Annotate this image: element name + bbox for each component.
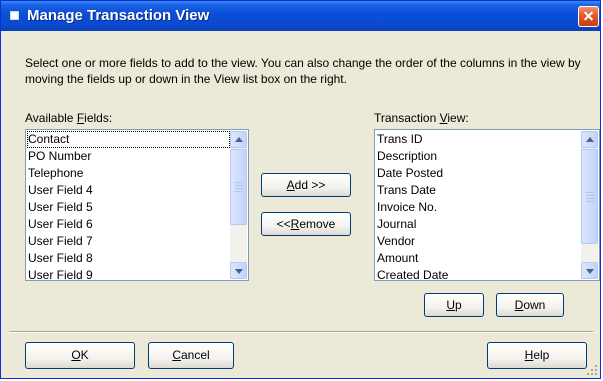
button-mnemonic: C [172,348,181,362]
add-button[interactable]: Add >> [261,173,351,197]
grip-line [586,201,594,202]
transaction-view-listbox[interactable]: Trans ID Description Date Posted Trans D… [374,129,600,284]
grip-line [235,191,243,192]
available-fields-listbox[interactable]: Contact PO Number Telephone User Field 4… [25,129,249,284]
title-bar[interactable]: Manage Transaction View [1,1,600,31]
label-text: ields: [84,111,113,125]
cancel-button[interactable]: Cancel [148,342,234,369]
ok-button[interactable]: OK [25,342,135,369]
grip-line [235,188,243,189]
available-fields-label: Available Fields: [25,111,112,125]
list-item[interactable]: User Field 5 [27,199,230,216]
list-item[interactable]: User Field 8 [27,250,230,267]
list-item[interactable]: Telephone [27,165,230,182]
scroll-thumb[interactable] [581,149,598,244]
scroll-up-button[interactable] [581,131,598,148]
list-item[interactable]: Date Posted [376,165,581,182]
grip-line [586,198,594,199]
scroll-up-arrow-icon [235,137,243,142]
scroll-down-arrow-icon [586,269,594,274]
button-mnemonic: U [446,298,455,312]
grip-line [235,185,243,186]
list-item[interactable]: Description [376,148,581,165]
button-mnemonic: A [286,178,295,192]
list-item[interactable]: Journal [376,216,581,233]
close-icon[interactable] [578,6,599,27]
scroll-thumb[interactable] [230,149,247,225]
grip-line [586,195,594,196]
button-label: elp [533,348,550,362]
button-label: K [80,348,89,362]
list-item[interactable]: Contact [27,131,230,148]
instructions-text: Select one or more fields to add to the … [25,56,581,86]
available-fields-scrollbar[interactable] [230,131,247,279]
transaction-view-items: Trans ID Description Date Posted Trans D… [376,131,581,284]
down-button[interactable]: Down [496,293,564,317]
grip-line [586,192,594,193]
scroll-up-button[interactable] [230,131,247,148]
button-label: emove [299,217,336,231]
scroll-down-button[interactable] [581,262,598,279]
list-item[interactable]: Vendor [376,233,581,250]
manage-transaction-view-dialog: Manage Transaction View Select one or mo… [0,0,601,379]
button-label: ancel [180,348,210,362]
list-item[interactable]: User Field 6 [27,216,230,233]
button-mnemonic: D [514,298,524,312]
button-label: own [523,298,546,312]
button-label: p [454,298,462,312]
transaction-view-scrollbar[interactable] [581,131,598,279]
transaction-view-label: Transaction View: [374,111,469,125]
button-label: << [276,217,291,231]
help-button[interactable]: Help [487,342,587,369]
list-item[interactable]: Trans ID [376,131,581,148]
list-item[interactable]: Trans Date [376,182,581,199]
up-button[interactable]: Up [424,293,484,317]
grip-line [235,182,243,183]
button-mnemonic: R [290,217,300,231]
scroll-up-arrow-icon [586,137,594,142]
separator [9,331,593,333]
available-fields-items: Contact PO Number Telephone User Field 4… [27,131,230,284]
list-item[interactable]: Amount [376,250,581,267]
button-mnemonic: O [71,348,81,362]
list-item[interactable]: Created Date [376,267,581,284]
scroll-down-arrow-icon [235,269,243,274]
label-text: Transaction [374,111,440,125]
resize-grip-icon[interactable] [586,364,598,376]
list-item[interactable]: User Field 4 [27,182,230,199]
system-menu-icon[interactable] [10,11,19,20]
list-item[interactable]: User Field 9 [27,267,230,284]
button-mnemonic: H [524,348,534,362]
scroll-down-button[interactable] [230,262,247,279]
remove-button[interactable]: << Remove [261,212,351,236]
list-item[interactable]: Invoice No. [376,199,581,216]
list-item[interactable]: PO Number [27,148,230,165]
label-text: iew: [447,111,469,125]
button-label: dd >> [294,178,326,192]
list-item[interactable]: User Field 7 [27,233,230,250]
window-title: Manage Transaction View [27,7,210,24]
label-text: Available [25,111,77,125]
